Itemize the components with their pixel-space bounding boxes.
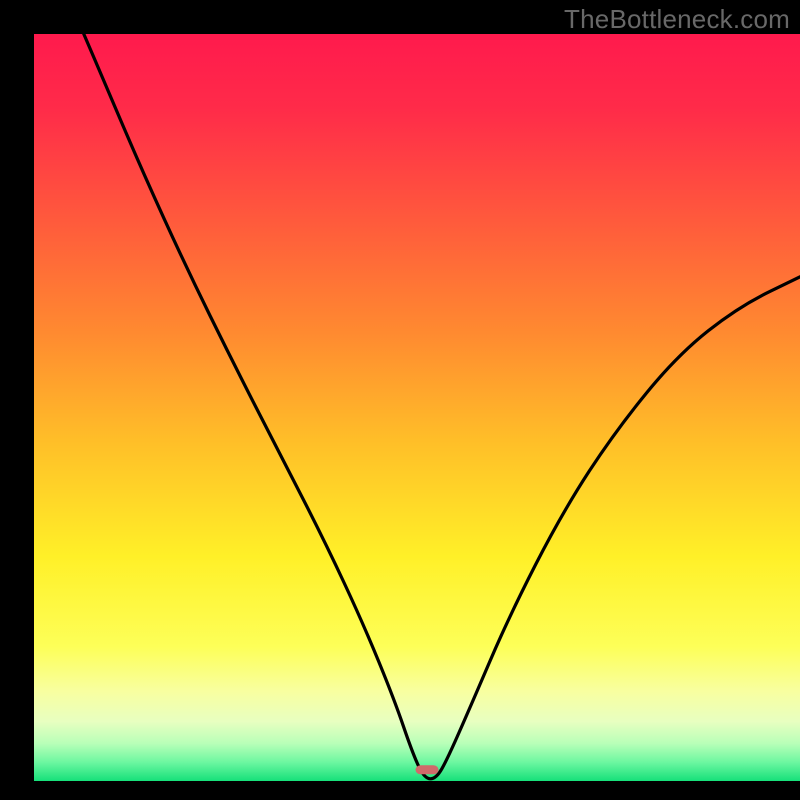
gradient-background bbox=[34, 34, 800, 781]
bottleneck-chart bbox=[0, 0, 800, 800]
optimum-marker bbox=[416, 765, 439, 774]
chart-container: { "watermark": "TheBottleneck.com", "cha… bbox=[0, 0, 800, 800]
